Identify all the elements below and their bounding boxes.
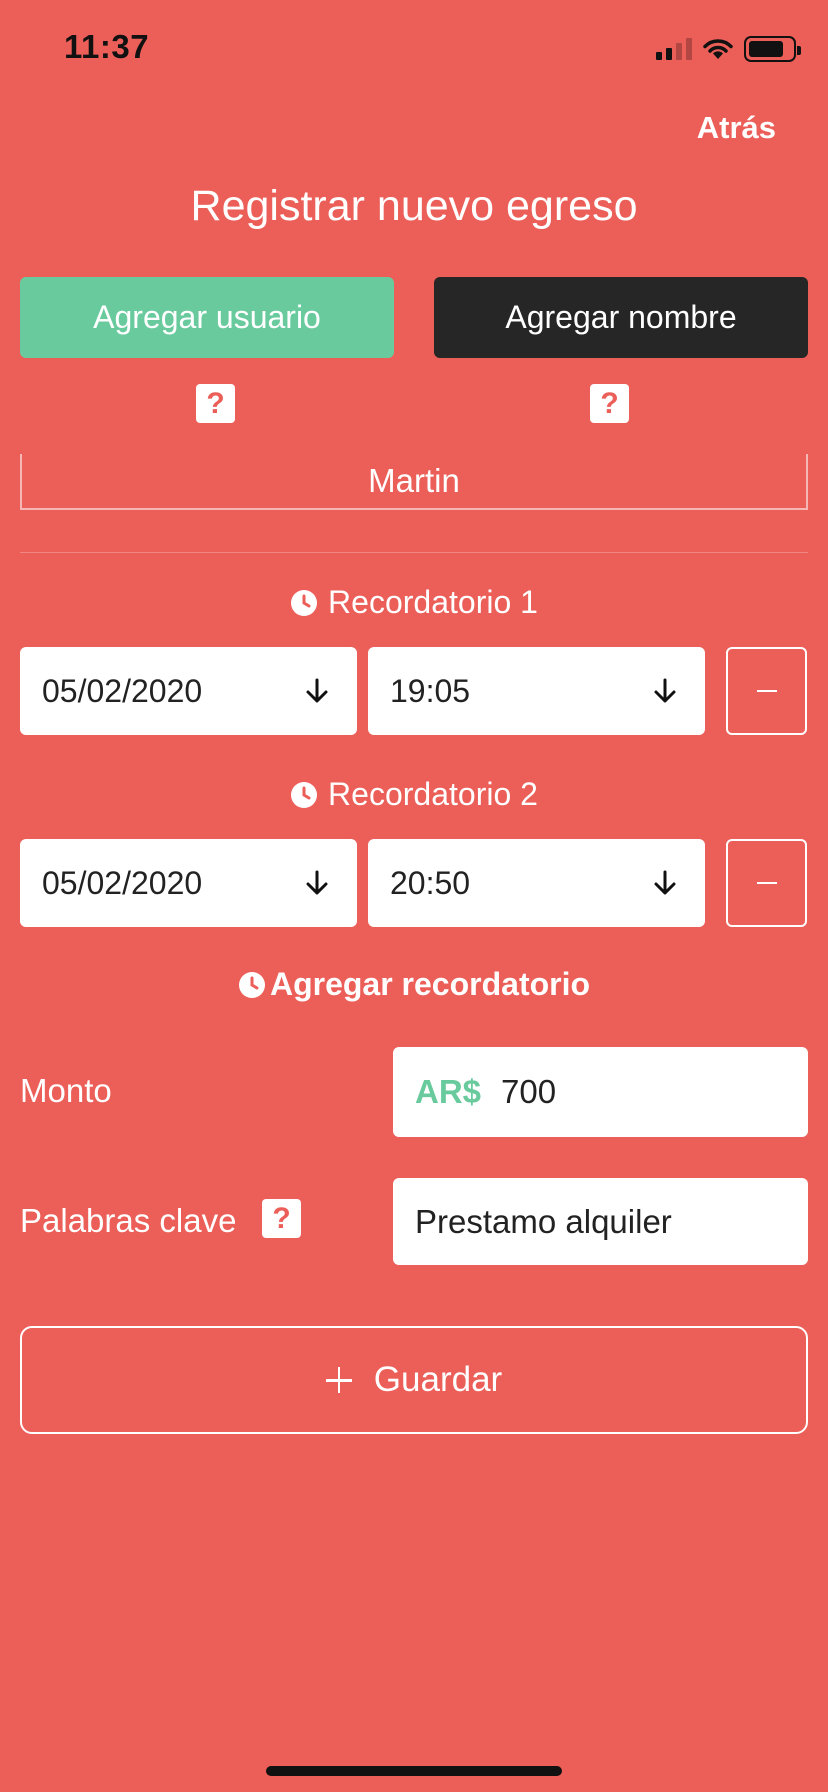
reminder-date-value: 05/02/2020 <box>42 672 203 709</box>
save-button[interactable]: Guardar <box>20 1326 808 1434</box>
add-user-help-icon[interactable]: ? <box>196 384 235 423</box>
reminder-date-value: 05/02/2020 <box>42 864 203 901</box>
save-label: Guardar <box>373 1360 503 1399</box>
status-icons <box>656 36 801 62</box>
arrow-down-icon <box>306 678 328 703</box>
keywords-help-icon[interactable]: ? <box>262 1199 301 1238</box>
clock-icon <box>291 589 318 616</box>
reminder-time-value: 20:50 <box>390 864 471 901</box>
plus-icon <box>325 1367 352 1393</box>
reminder-time-value: 19:05 <box>390 672 471 709</box>
arrow-down-icon <box>654 678 676 703</box>
wifi-icon <box>703 39 733 59</box>
minus-icon <box>756 689 777 693</box>
amount-value: 700 <box>501 1073 557 1110</box>
amount-label: Monto <box>20 1072 112 1109</box>
reminder-2-date-select[interactable]: 05/02/2020 <box>20 839 357 927</box>
clock-icon <box>291 781 318 808</box>
reminder-2-time-select[interactable]: 20:50 <box>368 839 705 927</box>
keywords-input[interactable]: Prestamo alquiler <box>393 1178 808 1265</box>
battery-icon <box>744 36 801 62</box>
reminder-title-2: Recordatorio 2 <box>0 776 828 813</box>
add-name-button[interactable]: Agregar nombre <box>434 277 808 358</box>
back-button[interactable]: Atrás <box>697 110 776 146</box>
minus-icon <box>756 881 777 885</box>
signal-icon <box>656 38 692 60</box>
arrow-down-icon <box>654 870 676 895</box>
page-title: Registrar nuevo egreso <box>190 182 638 230</box>
reminder-title-1: Recordatorio 1 <box>0 584 828 621</box>
arrow-down-icon <box>306 870 328 895</box>
reminder-title-label: Recordatorio 1 <box>328 584 538 620</box>
divider <box>20 552 808 553</box>
reminder-title-label: Recordatorio 2 <box>328 776 538 812</box>
name-field[interactable]: Martin <box>20 454 808 510</box>
status-time: 11:37 <box>64 28 150 65</box>
keywords-value: Prestamo alquiler <box>415 1202 672 1240</box>
add-user-button[interactable]: Agregar usuario <box>20 277 394 358</box>
remove-reminder-1-button[interactable] <box>726 647 807 735</box>
add-reminder-label: Agregar recordatorio <box>269 966 591 1002</box>
add-reminder-button[interactable]: Agregar recordatorio <box>0 966 828 1003</box>
currency-label: AR$ <box>415 1073 482 1110</box>
remove-reminder-2-button[interactable] <box>726 839 807 927</box>
clock-icon <box>238 971 265 998</box>
amount-input[interactable]: AR$ 700 <box>393 1047 808 1137</box>
reminder-1-date-select[interactable]: 05/02/2020 <box>20 647 357 735</box>
add-name-help-icon[interactable]: ? <box>590 384 629 423</box>
home-indicator <box>266 1766 562 1776</box>
keywords-label: Palabras clave <box>20 1202 237 1239</box>
reminder-1-time-select[interactable]: 19:05 <box>368 647 705 735</box>
